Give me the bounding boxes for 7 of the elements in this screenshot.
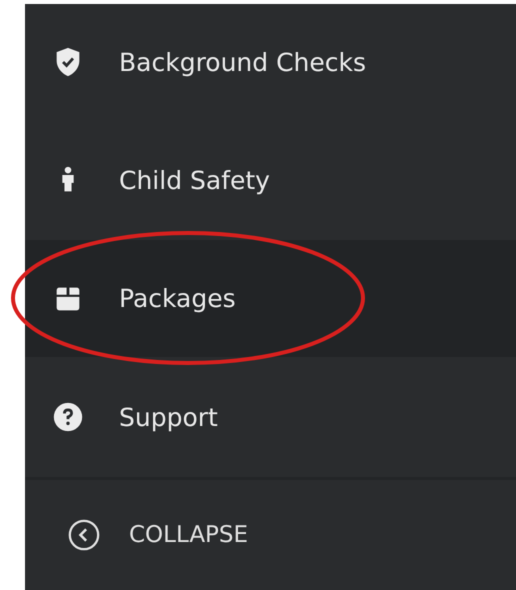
menu-item-label: Background Checks <box>119 48 366 76</box>
menu-item[interactable]: Packages <box>25 240 516 357</box>
menu-item-label: Packages <box>119 284 236 313</box>
help-icon <box>51 400 85 434</box>
menu-item-label: Child Safety <box>119 166 270 194</box>
menu-item-label: Support <box>119 402 218 432</box>
chevron-left-circle-icon <box>67 518 101 552</box>
